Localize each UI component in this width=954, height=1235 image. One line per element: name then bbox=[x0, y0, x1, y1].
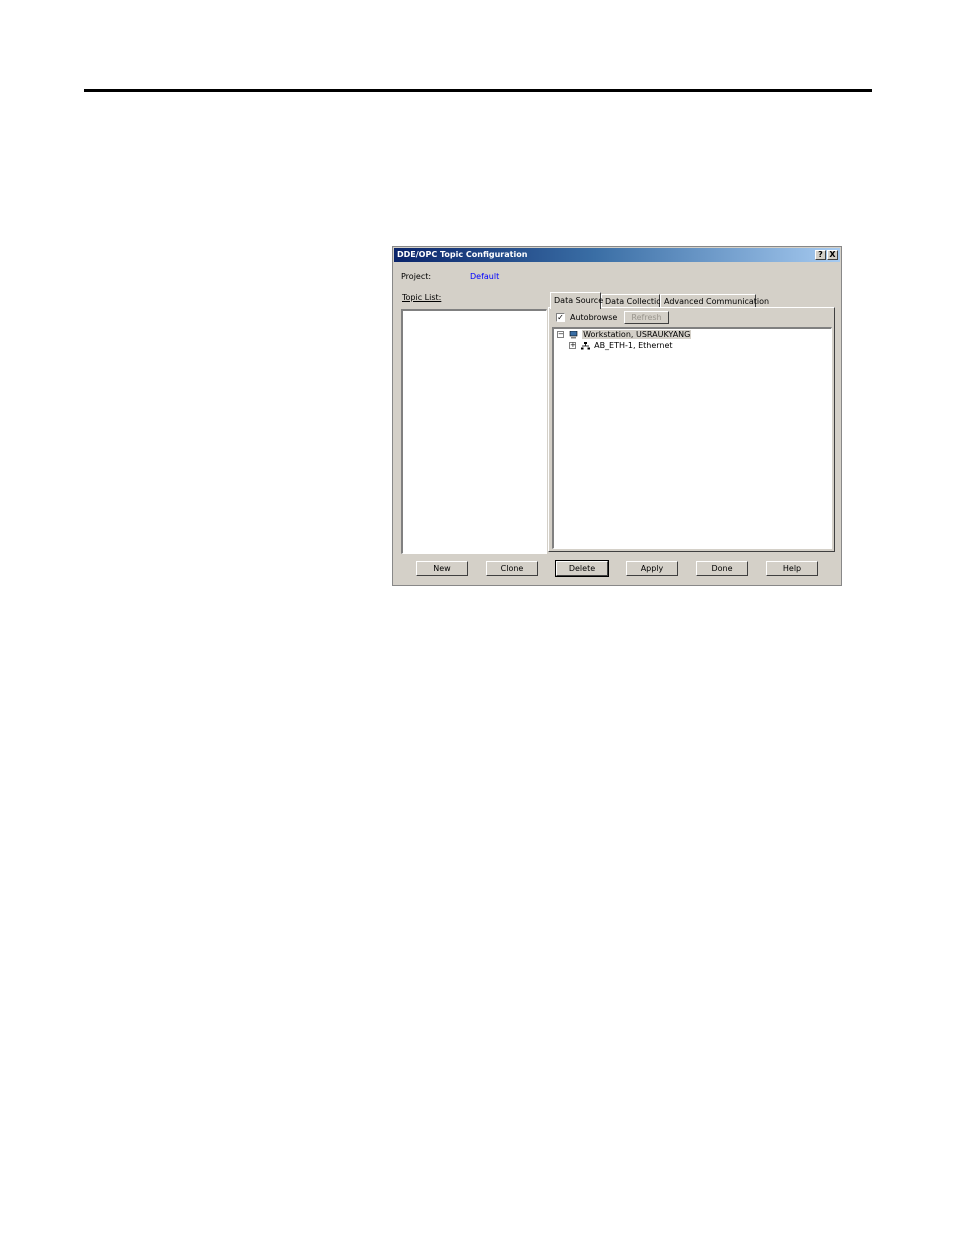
workstation-icon bbox=[569, 330, 577, 338]
data-source-tree[interactable]: − Workstation, USRAUKYANG + AB_ETH-1, Et… bbox=[552, 327, 832, 549]
apply-button[interactable]: Apply bbox=[626, 561, 678, 576]
help-button[interactable]: Help bbox=[766, 561, 818, 576]
tab-advanced-communication[interactable]: Advanced Communication bbox=[660, 294, 769, 308]
autobrowse-checkbox[interactable]: ✓ bbox=[556, 313, 565, 322]
topic-configuration-dialog: DDE/OPC Topic Configuration ? X Project:… bbox=[392, 246, 842, 586]
done-button[interactable]: Done bbox=[696, 561, 748, 576]
collapse-icon[interactable]: − bbox=[557, 331, 564, 338]
data-source-panel: ✓ Autobrowse Refresh − Workstation, USRA… bbox=[548, 307, 835, 552]
help-icon[interactable]: ? bbox=[815, 250, 826, 260]
clone-button[interactable]: Clone bbox=[486, 561, 538, 576]
tree-item-ethernet[interactable]: + AB_ETH-1, Ethernet bbox=[569, 341, 673, 350]
dialog-title: DDE/OPC Topic Configuration bbox=[397, 250, 528, 259]
topic-list[interactable] bbox=[401, 309, 547, 554]
new-button[interactable]: New bbox=[416, 561, 468, 576]
header-rule bbox=[84, 89, 872, 92]
tab-data-source[interactable]: Data Source bbox=[550, 292, 603, 309]
expand-icon[interactable]: + bbox=[569, 342, 576, 349]
close-icon[interactable]: X bbox=[827, 250, 838, 260]
title-bar[interactable]: DDE/OPC Topic Configuration ? X bbox=[394, 248, 840, 262]
delete-button[interactable]: Delete bbox=[555, 560, 609, 577]
tree-item-label: Workstation, USRAUKYANG bbox=[582, 330, 692, 339]
network-icon bbox=[580, 341, 590, 349]
refresh-button[interactable]: Refresh bbox=[624, 311, 669, 324]
topic-list-label: Topic List: bbox=[402, 293, 442, 302]
tree-item-label: AB_ETH-1, Ethernet bbox=[594, 341, 673, 350]
tab-data-collection[interactable]: Data Collection bbox=[601, 294, 666, 308]
project-label: Project: bbox=[401, 272, 432, 281]
tree-item-workstation[interactable]: − Workstation, USRAUKYANG bbox=[557, 330, 692, 339]
project-value: Default bbox=[470, 272, 500, 281]
autobrowse-label: Autobrowse bbox=[570, 313, 618, 322]
